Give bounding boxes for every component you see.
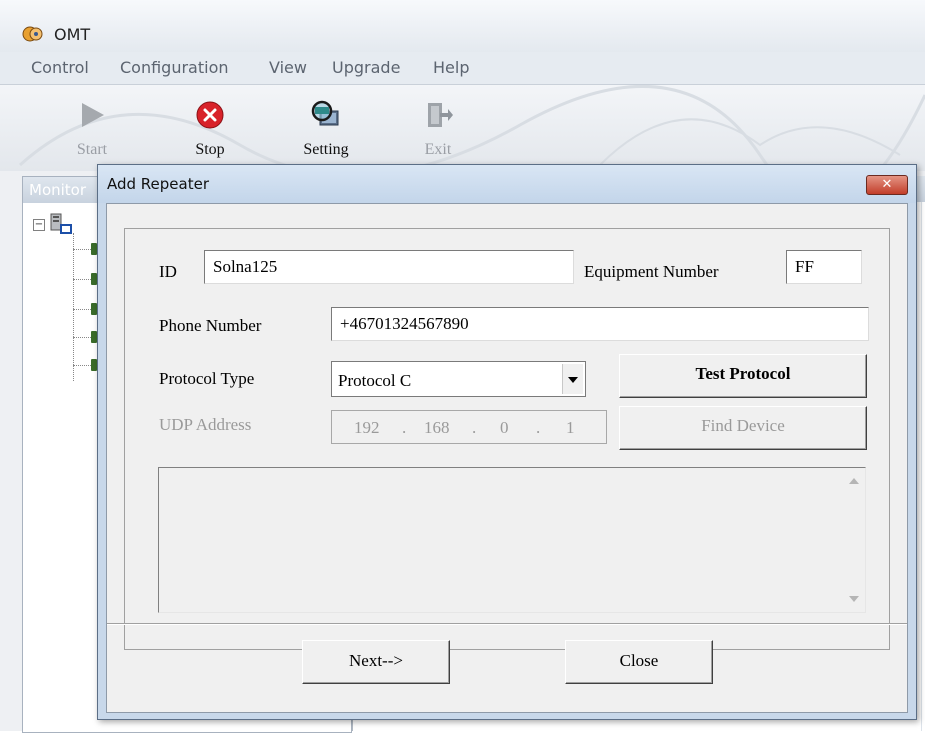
stop-icon — [196, 101, 224, 129]
add-repeater-dialog: Add Repeater ✕ ID Solna125 Equipment Num… — [97, 164, 917, 720]
id-field[interactable]: Solna125 — [204, 250, 574, 284]
test-protocol-button[interactable]: Test Protocol — [619, 354, 867, 398]
udp-address-field[interactable]: 192 . 168 . 0 . 1 — [331, 410, 607, 444]
next-button[interactable]: Next--> — [302, 640, 450, 684]
start-label: Start — [76, 141, 108, 158]
menu-upgrade[interactable]: Upgrade — [332, 58, 400, 77]
phone-number-label: Phone Number — [159, 316, 262, 335]
scroll-up-icon[interactable] — [849, 478, 859, 484]
close-button[interactable]: Close — [565, 640, 713, 684]
menu-help[interactable]: Help — [433, 58, 469, 77]
tree-connector — [73, 309, 91, 311]
udp-octet-1: 192 — [354, 418, 380, 437]
setting-button[interactable]: Setting — [286, 89, 366, 169]
udp-octet-3: 0 — [500, 418, 509, 437]
tree-connector — [73, 279, 91, 281]
tree-connector — [73, 337, 91, 339]
app-title: OMT — [54, 25, 91, 44]
menu-view[interactable]: View — [269, 58, 307, 77]
tree-collapse-toggle[interactable]: − — [33, 219, 45, 231]
magnifier-icon — [311, 100, 339, 126]
tree-connector — [73, 249, 91, 251]
grid-divider — [921, 202, 922, 731]
udp-dot: . — [536, 418, 541, 437]
dialog-titlebar: Add Repeater ✕ — [98, 165, 916, 203]
scroll-down-icon[interactable] — [849, 596, 859, 602]
udp-octet-2: 168 — [424, 418, 450, 437]
stop-label: Stop — [195, 141, 225, 158]
udp-address-label: UDP Address — [159, 415, 252, 434]
play-icon — [82, 103, 104, 127]
tree-branch-line — [73, 233, 75, 381]
dialog-title: Add Repeater — [107, 175, 210, 193]
tree-connector — [73, 365, 91, 367]
equipment-number-field[interactable]: FF — [786, 250, 862, 284]
footer-divider — [107, 623, 907, 624]
server-icon — [50, 213, 72, 234]
protocol-type-select[interactable]: Protocol C — [331, 361, 586, 397]
find-device-button[interactable]: Find Device — [619, 406, 867, 450]
menu-configuration[interactable]: Configuration — [120, 58, 229, 77]
app-logo-icon — [22, 26, 43, 42]
setting-label: Setting — [303, 141, 349, 158]
toolbar: Start Stop Setting Exit — [0, 85, 925, 171]
phone-number-field[interactable]: +46701324567890 — [331, 307, 869, 341]
monitor-title: Monitor — [29, 181, 87, 199]
exit-button[interactable]: Exit — [398, 89, 478, 169]
dialog-body: ID Solna125 Equipment Number FF Phone Nu… — [106, 203, 908, 713]
protocol-type-value: Protocol C — [338, 371, 412, 390]
dialog-close-button[interactable]: ✕ — [866, 175, 908, 195]
log-output-area[interactable] — [158, 467, 866, 613]
stop-button[interactable]: Stop — [170, 89, 250, 169]
log-scrollbar[interactable] — [843, 468, 865, 612]
menu-control[interactable]: Control — [31, 58, 89, 77]
udp-dot: . — [472, 418, 477, 437]
app-titlebar: OMT — [0, 0, 925, 52]
protocol-type-label: Protocol Type — [159, 369, 255, 388]
repeater-settings-group: ID Solna125 Equipment Number FF Phone Nu… — [124, 228, 890, 650]
chevron-down-icon[interactable] — [562, 364, 583, 394]
udp-dot: . — [402, 418, 407, 437]
start-button[interactable]: Start — [52, 89, 132, 169]
id-label: ID — [159, 262, 177, 281]
exit-label: Exit — [424, 141, 452, 158]
udp-octet-4: 1 — [566, 418, 575, 437]
exit-door-icon — [428, 103, 453, 127]
equipment-number-label: Equipment Number — [584, 262, 719, 281]
menubar: Control Configuration View Upgrade Help — [0, 52, 925, 85]
